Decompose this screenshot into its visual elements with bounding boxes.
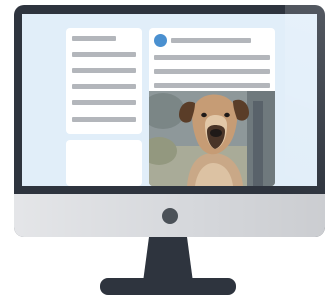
post-text-placeholder-line: [154, 55, 270, 60]
monitor-stand-neck: [143, 237, 193, 282]
post-text-placeholder-line: [154, 69, 270, 74]
sidebar-placeholder-line: [72, 36, 116, 41]
dog-image-icon: [149, 91, 275, 186]
post-card[interactable]: [149, 28, 275, 186]
sidebar-placeholder-line: [72, 52, 136, 57]
dog-photo[interactable]: [149, 91, 275, 186]
sidebar-placeholder-line: [72, 84, 136, 89]
sidebar-placeholder-line: [72, 117, 136, 122]
sidebar-placeholder-line: [72, 68, 136, 73]
user-avatar-icon[interactable]: [154, 34, 167, 47]
sidebar-card-empty: [66, 140, 142, 186]
monitor: [14, 5, 325, 237]
monitor-stand-base: [100, 278, 236, 295]
sidebar-placeholder-line: [72, 100, 136, 105]
monitor-screen: [22, 14, 317, 186]
post-text-placeholder-line: [154, 83, 270, 88]
power-button-icon[interactable]: [162, 208, 178, 224]
post-author-placeholder: [171, 38, 251, 43]
sidebar-card: [66, 28, 142, 134]
